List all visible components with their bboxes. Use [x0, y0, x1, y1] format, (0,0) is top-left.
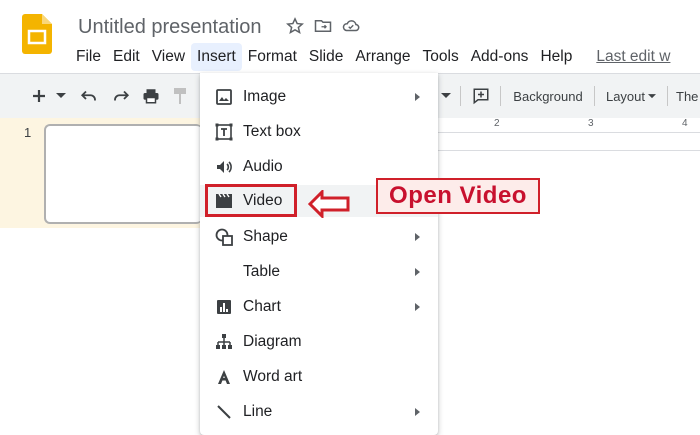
insert-table-label: Table	[243, 263, 281, 280]
toolbar-separator	[500, 86, 501, 106]
menu-insert[interactable]: Insert	[191, 43, 242, 71]
horizontal-ruler: 2 3 4	[438, 118, 700, 133]
slide-number: 1	[24, 125, 32, 140]
video-highlight-box	[205, 184, 297, 217]
insert-chart-label: Chart	[243, 298, 281, 315]
insert-chart-item[interactable]: Chart	[200, 291, 438, 323]
canvas-edge	[438, 150, 700, 151]
add-comment-icon[interactable]	[470, 84, 492, 108]
insert-diagram-item[interactable]: Diagram	[200, 326, 438, 358]
insert-word-art-label: Word art	[243, 368, 303, 385]
print-icon[interactable]	[140, 84, 162, 108]
slide-thumbnail[interactable]	[44, 124, 202, 224]
menu-slide[interactable]: Slide	[303, 43, 349, 71]
layout-label: Layout	[605, 88, 646, 104]
insert-line-item[interactable]: Line	[200, 396, 438, 428]
menu-tools[interactable]: Tools	[417, 43, 465, 71]
insert-image-item[interactable]: Image	[200, 81, 438, 113]
slides-logo-icon[interactable]	[22, 14, 52, 54]
annotation-arrow-icon	[307, 188, 350, 220]
move-folder-icon[interactable]	[312, 14, 334, 38]
tool-dropdown-icon[interactable]	[440, 84, 452, 108]
insert-text-box-item[interactable]: Text box	[200, 116, 438, 148]
insert-word-art-item[interactable]: Word art	[200, 361, 438, 393]
new-slide-dropdown-icon[interactable]	[54, 84, 68, 108]
insert-table-item[interactable]: Table	[200, 256, 438, 288]
layout-dropdown-icon	[648, 93, 657, 98]
ruler-tick-4: 4	[682, 118, 688, 129]
insert-line-label: Line	[243, 403, 273, 420]
line-icon	[214, 402, 234, 422]
insert-menu-dropdown: Image Text box Audio Video Shape Table C	[200, 73, 438, 435]
menu-add-ons[interactable]: Add-ons	[465, 43, 535, 71]
background-button[interactable]: Background	[510, 84, 586, 108]
ruler-tick-2: 2	[494, 118, 500, 129]
menu-file[interactable]: File	[70, 43, 107, 71]
new-slide-plus-icon[interactable]	[28, 84, 50, 108]
insert-diagram-label: Diagram	[243, 333, 302, 350]
insert-image-label: Image	[243, 88, 287, 105]
insert-shape-item[interactable]: Shape	[200, 221, 438, 253]
toolbar-separator	[460, 86, 461, 106]
submenu-arrow-icon	[415, 303, 420, 311]
last-edit-link[interactable]: Last edit w	[590, 43, 676, 71]
paint-format-icon[interactable]	[172, 84, 188, 108]
menu-edit[interactable]: Edit	[107, 43, 146, 71]
insert-shape-label: Shape	[243, 228, 288, 245]
submenu-arrow-icon	[415, 268, 420, 276]
redo-icon[interactable]	[110, 84, 132, 108]
ruler-tick-3: 3	[588, 118, 594, 129]
submenu-arrow-icon	[415, 93, 420, 101]
menu-bar: File Edit View Insert Format Slide Arran…	[70, 43, 676, 71]
submenu-arrow-icon	[415, 233, 420, 241]
theme-button[interactable]: The	[676, 84, 700, 108]
toolbar-separator	[667, 86, 668, 106]
image-icon	[214, 87, 234, 107]
toolbar-separator	[594, 86, 595, 106]
menu-help[interactable]: Help	[534, 43, 578, 71]
undo-icon[interactable]	[78, 84, 100, 108]
shape-icon	[214, 227, 234, 247]
open-video-annotation: Open Video	[376, 178, 540, 214]
menu-format[interactable]: Format	[242, 43, 303, 71]
insert-audio-label: Audio	[243, 158, 283, 175]
star-icon[interactable]	[284, 14, 306, 38]
word-art-icon	[214, 367, 234, 387]
menu-arrange[interactable]: Arrange	[349, 43, 416, 71]
layout-button[interactable]: Layout	[603, 84, 659, 108]
diagram-icon	[214, 332, 234, 352]
chart-icon	[214, 297, 234, 317]
document-title[interactable]: Untitled presentation	[78, 16, 261, 39]
menu-view[interactable]: View	[146, 43, 191, 71]
cloud-status-icon[interactable]	[340, 14, 362, 38]
text-box-icon	[214, 122, 234, 142]
insert-text-box-label: Text box	[243, 123, 301, 140]
submenu-arrow-icon	[415, 408, 420, 416]
audio-icon	[214, 157, 234, 177]
